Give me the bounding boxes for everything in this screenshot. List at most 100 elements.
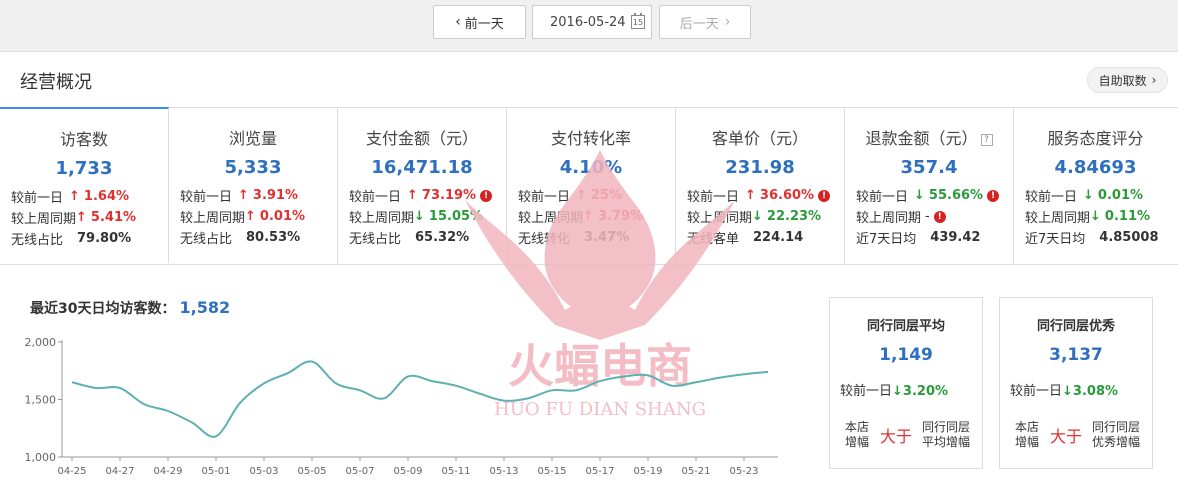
metric-value: 5,333 — [224, 157, 282, 178]
metric-label: 访客数 — [59, 130, 108, 149]
next-day-button[interactable]: 后一天 › — [659, 5, 751, 39]
x-tick-label: 05-07 — [345, 466, 374, 477]
peer-card-compare: 较前一日↓3.20% — [840, 384, 949, 399]
arrow-down-icon: ↓ — [914, 188, 925, 203]
x-tick-label: 04-25 — [57, 466, 86, 477]
x-tick-label: 05-11 — [441, 466, 470, 477]
peer-card-title: 同行同层优秀 — [1036, 319, 1115, 334]
metric-label: 浏览量 — [228, 129, 277, 148]
metric-extra: 无线占比 65.32% — [349, 230, 470, 247]
chart-header-label: 最近30天日均访客数： — [30, 301, 176, 317]
metric-day-compare: 较前一日 ↑ 36.60%! — [687, 186, 831, 205]
metric-extra: 无线占比 80.53% — [180, 230, 301, 247]
x-tick-label: 05-09 — [393, 466, 422, 477]
arrow-up-icon: ↑ — [583, 209, 594, 224]
metric-value: 1,733 — [55, 158, 113, 179]
chevron-right-icon: › — [1151, 73, 1157, 87]
metric-week-compare: 较上周同期 ↑ 5.41% — [11, 210, 137, 227]
metric-label: 服务态度评分 — [1047, 129, 1144, 148]
metric-card[interactable]: 访客数 1,733 较前一日 ↑ 1.64% 较上周同期 ↑ 5.41% 无线占比 79.80% — [0, 107, 169, 263]
metric-card[interactable]: 服务态度评分 4.84693 较前一日 ↓ 0.01% 较上周同期 ↓ 0.11% 近7天日均 4… — [1014, 108, 1177, 264]
metric-value: 357.4 — [900, 157, 958, 178]
metric-card[interactable]: 退款金额（元）? 357.4 较前一日 ↓ 55.66%! 较上周同期 -! 近7天日均 439… — [845, 108, 1014, 264]
metric-week-compare: 较上周同期 ↓ 15.05% — [349, 209, 484, 226]
metric-extra: 无线占比 79.80% — [11, 231, 132, 248]
x-tick-label: 05-05 — [297, 466, 326, 477]
arrow-up-icon: ↑ — [745, 188, 756, 203]
alert-icon: ! — [480, 189, 493, 202]
metric-value: 16,471.18 — [371, 157, 473, 178]
metric-label: 退款金额（元）? — [845, 125, 1013, 149]
peer-card: 同行同层优秀 3,137 较前一日↓3.08% 本店增幅 大于 同行同层优秀增幅 — [999, 297, 1153, 469]
chevron-right-icon: › — [724, 14, 731, 30]
visitor-series-line — [71, 360, 769, 438]
metric-label: 支付金额（元） — [365, 129, 478, 148]
metric-day-compare: 较前一日 ↑ 25% — [518, 188, 623, 205]
x-tick-label: 05-23 — [729, 466, 758, 477]
metric-week-compare: 较上周同期 ↑ 0.01% — [180, 209, 306, 226]
metric-card[interactable]: 浏览量 5,333 较前一日 ↑ 3.91% 较上周同期 ↑ 0.01% 无线占比 80.53% — [169, 108, 338, 264]
peer-card-store-growth: 本店增幅 — [844, 420, 869, 449]
peer-card-value: 3,137 — [1049, 345, 1103, 365]
prev-day-button[interactable]: ‹ 前一天 — [433, 5, 526, 39]
arrow-down-icon: ↓ — [1083, 188, 1094, 203]
metric-value: 4.10% — [559, 157, 623, 178]
x-tick-label: 05-03 — [249, 466, 278, 477]
arrow-up-icon: ↑ — [76, 210, 87, 225]
arrow-up-icon: ↑ — [245, 209, 256, 224]
peer-card-relation: 大于 — [1050, 427, 1083, 446]
metric-day-compare: 较前一日 ↑ 73.19%! — [349, 186, 493, 205]
peer-card-store-growth: 本店增幅 — [1014, 420, 1039, 449]
arrow-up-icon: ↑ — [576, 188, 587, 203]
peer-card-peer-growth: 同行同层平均增幅 — [922, 420, 971, 449]
alert-icon: ! — [818, 189, 831, 202]
metric-extra: 无线客单 224.14 — [687, 230, 804, 247]
metric-week-compare: 较上周同期 ↓ 22.23% — [687, 209, 822, 226]
peer-card-relation: 大于 — [880, 427, 913, 446]
metric-day-compare: 较前一日 ↓ 55.66%! — [856, 186, 1000, 205]
date-picker[interactable]: 2016-05-24 15 — [532, 5, 652, 39]
y-tick-label: 1,500 — [25, 394, 57, 407]
help-icon[interactable]: ? — [980, 133, 993, 146]
x-tick-label: 05-17 — [585, 466, 614, 477]
arrow-down-icon: ↓ — [752, 209, 763, 224]
x-tick-label: 05-15 — [537, 466, 566, 477]
section-title: 经营概况 — [20, 72, 92, 93]
chevron-left-icon: ‹ — [455, 14, 461, 30]
peer-card-footer: 本店增幅 大于 同行同层平均增幅 — [844, 420, 976, 450]
arrow-up-icon: ↑ — [69, 189, 80, 204]
arrow-down-icon: ↓ — [1090, 209, 1101, 224]
arrow-down-icon: ↓ — [1062, 384, 1073, 399]
peer-card-peer-growth: 同行同层优秀增幅 — [1092, 420, 1141, 449]
visitor-trend-chart[interactable]: 2,000 1,500 1,00004-25 04-27 04-29 05-01 05-03… — [0, 325, 790, 485]
metric-week-compare: 较上周同期 -! — [856, 207, 946, 226]
arrow-up-icon: ↑ — [407, 188, 418, 203]
x-tick-label: 05-21 — [681, 466, 710, 477]
arrow-up-icon: ↑ — [238, 188, 249, 203]
alert-icon: ! — [987, 189, 1000, 202]
metric-value: 4.84693 — [1054, 157, 1137, 178]
metric-value: 231.98 — [725, 157, 795, 178]
prev-day-label: 前一天 — [464, 16, 504, 32]
peer-card-compare: 较前一日↓3.08% — [1010, 384, 1119, 399]
self-service-data-label: 自助取数 — [1098, 73, 1147, 88]
metrics-row: 访客数 1,733 较前一日 ↑ 1.64% 较上周同期 ↑ 5.41% 无线占比 79.80% 浏… — [0, 107, 1178, 265]
metric-extra: 近7天日均 439.42 — [856, 230, 981, 247]
calendar-icon[interactable]: 15 — [631, 13, 645, 29]
arrow-down-icon: ↓ — [414, 209, 425, 224]
metric-card[interactable]: 客单价（元） 231.98 较前一日 ↑ 36.60%! 较上周同期 ↓ 22.23% 无线客单… — [676, 108, 845, 264]
metric-extra: 近7天日均 4.85008 — [1025, 230, 1159, 247]
metric-day-compare: 较前一日 ↓ 0.01% — [1025, 188, 1144, 205]
metric-card[interactable]: 支付转化率 4.10% 较前一日 ↑ 25% 较上周同期 ↑ 3.79% 无线转化 3.47% — [507, 108, 676, 264]
chart-header-value: 1,582 — [179, 298, 231, 317]
metric-card[interactable]: 支付金额（元） 16,471.18 较前一日 ↑ 73.19%! 较上周同期 ↓ 15.05%… — [338, 108, 507, 264]
date-nav-bar: ‹ 前一天 2016-05-24 15 后一天 › — [0, 0, 1178, 52]
metric-label: 客单价（元） — [711, 129, 808, 148]
arrow-down-icon: ↓ — [892, 384, 903, 399]
alert-icon: ! — [933, 210, 946, 223]
x-tick-label: 05-19 — [633, 466, 662, 477]
metric-extra: 无线转化 3.47% — [518, 230, 630, 247]
self-service-data-button[interactable]: 自助取数 › — [1087, 67, 1168, 93]
peer-card-footer: 本店增幅 大于 同行同层优秀增幅 — [1014, 420, 1146, 450]
peer-card-value: 1,149 — [879, 345, 933, 365]
